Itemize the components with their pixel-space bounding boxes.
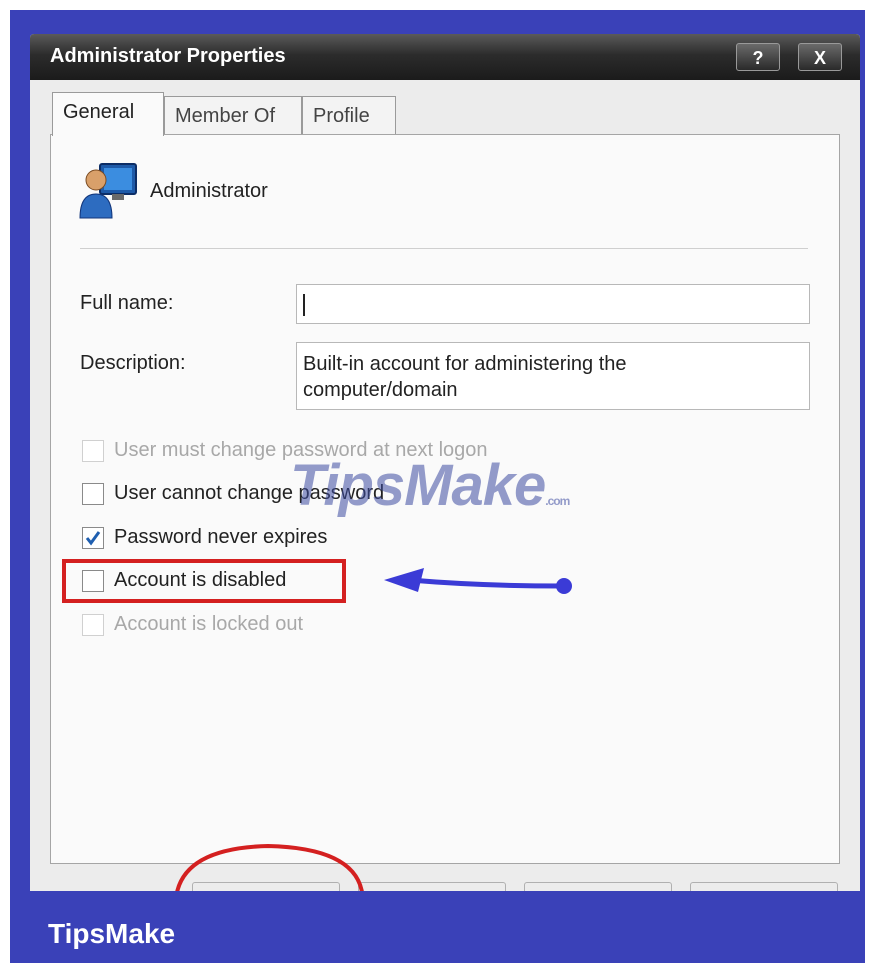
full-name-label: Full name:: [80, 292, 174, 314]
title-bar[interactable]: Administrator Properties ? X: [30, 34, 860, 80]
pointer-arrow-icon: [384, 568, 572, 594]
user-name: Administrator: [150, 180, 268, 202]
window-title: Administrator Properties: [50, 45, 286, 67]
close-button[interactable]: X: [798, 43, 842, 71]
description-label: Description:: [80, 352, 186, 374]
text-cursor: [303, 293, 305, 316]
tab-general[interactable]: General: [52, 92, 164, 136]
tab-member-of[interactable]: Member Of: [164, 96, 302, 134]
user-account-icon: [79, 163, 137, 219]
account-locked-label: Account is locked out: [114, 613, 303, 635]
checkmark-icon: [85, 531, 101, 546]
description-field[interactable]: Built-in account for administering the c…: [296, 342, 810, 410]
account-locked-checkbox: [82, 614, 104, 636]
full-name-field[interactable]: [296, 284, 810, 324]
brand-label: TipsMake: [48, 918, 176, 949]
tab-profile[interactable]: Profile: [302, 96, 396, 134]
separator: [80, 248, 808, 249]
password-never-expires-checkbox[interactable]: [82, 527, 104, 549]
help-button[interactable]: ?: [736, 43, 780, 71]
description-value: Built-in account for administering the c…: [303, 353, 627, 401]
highlight-box: [62, 559, 346, 603]
cannot-change-password-checkbox[interactable]: [82, 483, 104, 505]
password-never-expires-label[interactable]: Password never expires: [114, 526, 327, 549]
watermark: TipsMake.com: [290, 453, 570, 518]
must-change-password-checkbox: [82, 440, 104, 462]
